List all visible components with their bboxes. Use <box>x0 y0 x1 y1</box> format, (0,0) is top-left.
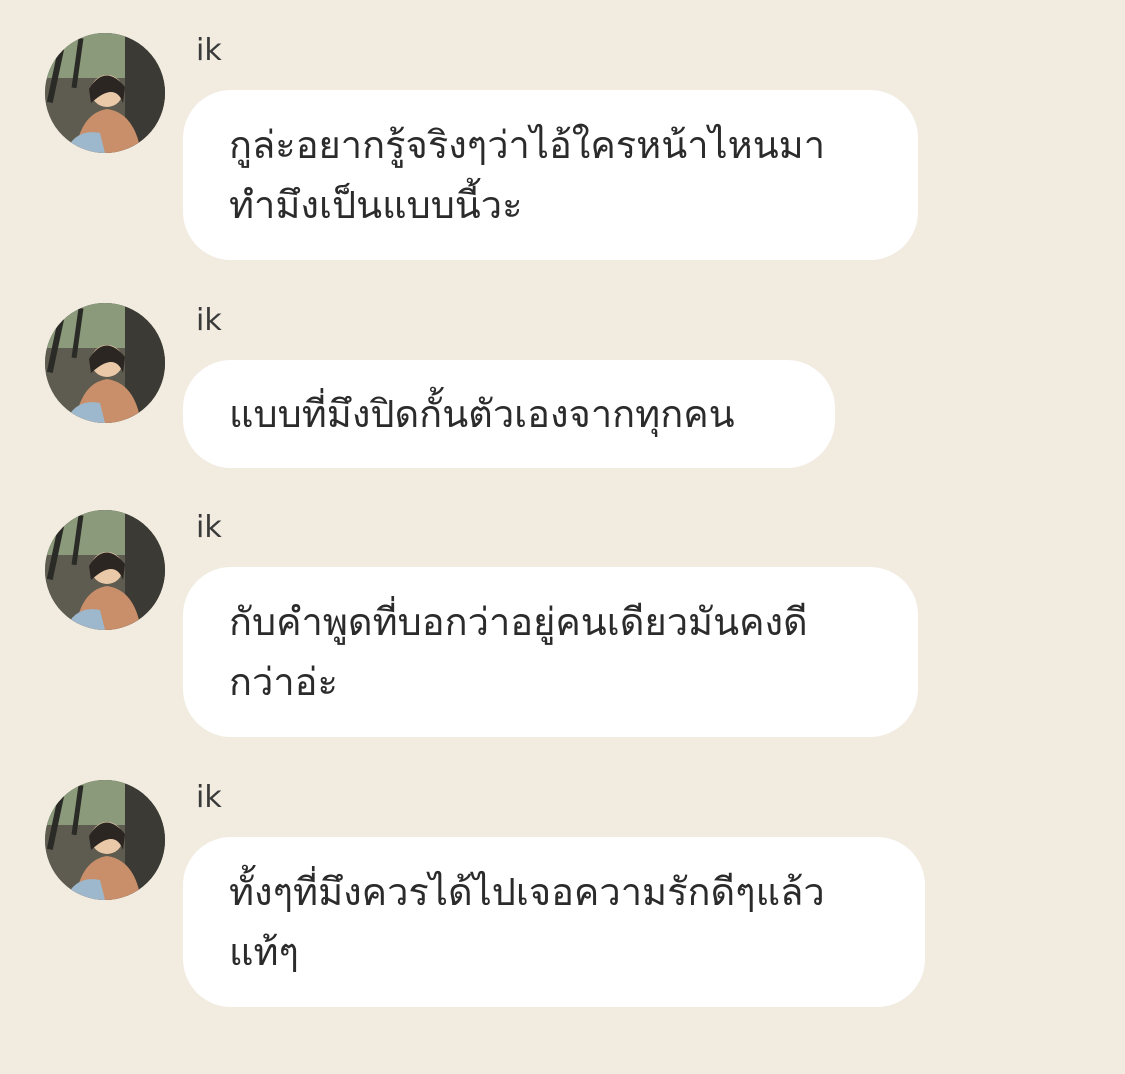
sender-name: ik <box>196 510 222 545</box>
avatar[interactable] <box>45 780 165 900</box>
profile-photo-icon <box>45 780 165 900</box>
message-text: กูล่ะอยากรู้จริงๆว่าไอ้ใครหน้าไหนมา ทำมึ… <box>229 123 826 227</box>
sender-name: ik <box>196 33 222 68</box>
sender-name: ik <box>196 303 222 338</box>
profile-photo-icon <box>45 303 165 423</box>
message-bubble[interactable]: แบบที่มึงปิดกั้นตัวเองจากทุกคน <box>183 360 835 468</box>
avatar[interactable] <box>45 33 165 153</box>
message-bubble[interactable]: ทั้งๆที่มึงควรได้ไปเจอความรักดีๆแล้ว แท้… <box>183 837 925 1007</box>
profile-photo-icon <box>45 33 165 153</box>
avatar[interactable] <box>45 510 165 630</box>
message-bubble[interactable]: กูล่ะอยากรู้จริงๆว่าไอ้ใครหน้าไหนมา ทำมึ… <box>183 90 918 260</box>
profile-photo-icon <box>45 510 165 630</box>
avatar[interactable] <box>45 303 165 423</box>
chat-thread: ik กูล่ะอยากรู้จริงๆว่าไอ้ใครหน้าไหนมา ท… <box>0 0 1125 1074</box>
message-text: ทั้งๆที่มึงควรได้ไปเจอความรักดีๆแล้ว แท้… <box>229 870 825 974</box>
sender-name: ik <box>196 780 222 815</box>
message-text: กับคำพูดที่บอกว่าอยู่คนเดียวมันคงดี กว่า… <box>229 600 808 704</box>
message-text: แบบที่มึงปิดกั้นตัวเองจากทุกคน <box>229 392 735 436</box>
message-bubble[interactable]: กับคำพูดที่บอกว่าอยู่คนเดียวมันคงดี กว่า… <box>183 567 918 737</box>
